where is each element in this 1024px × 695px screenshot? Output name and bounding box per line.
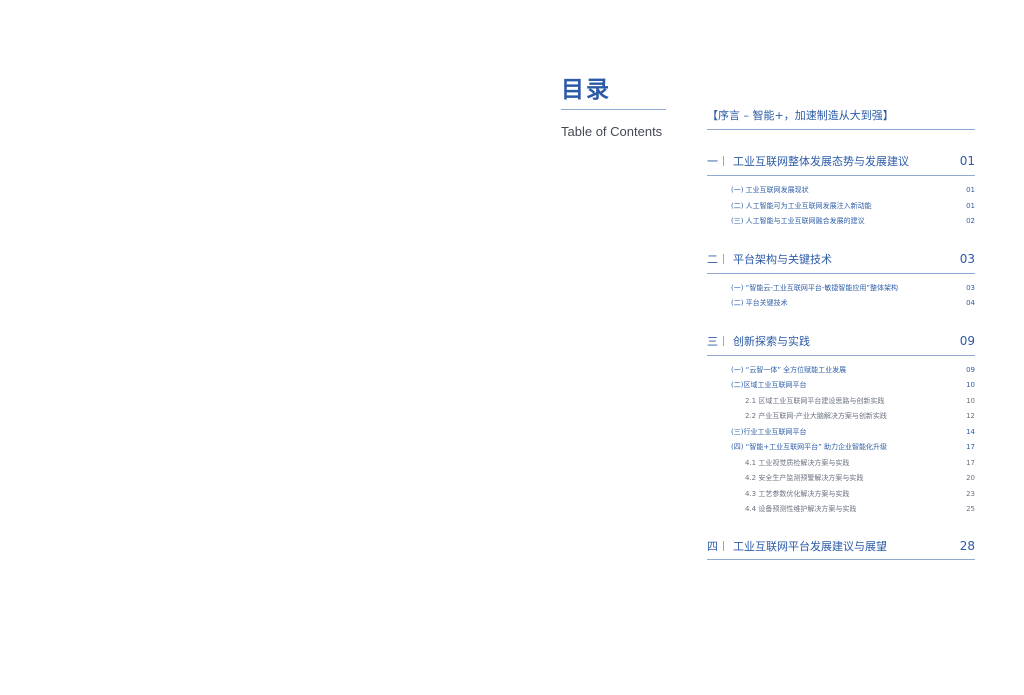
- entry-page: 14: [966, 428, 975, 436]
- entry-title: 4.1 工业视觉质检解决方案与实践: [745, 459, 850, 467]
- entry-page: 02: [966, 217, 975, 225]
- title-divider: [561, 109, 666, 110]
- entry-title: (一) “云智一体” 全方位赋能工业发展: [731, 366, 847, 374]
- entry-page: 20: [966, 474, 975, 482]
- toc-subentry[interactable]: 4.4 设备预测性维护解决方案与实践 25: [745, 503, 975, 515]
- section-title: 创新探索与实践: [733, 335, 810, 348]
- entry-title: (四) “智能+工业互联网平台” 助力企业智能化升级: [731, 443, 888, 451]
- section-title: 平台架构与关键技术: [733, 253, 832, 266]
- entry-page: 10: [966, 397, 975, 405]
- section-number: 一: [707, 155, 718, 168]
- section-separator: [723, 541, 724, 551]
- section-page: 01: [959, 154, 975, 168]
- entry-page: 01: [966, 202, 975, 210]
- entry-page: 17: [966, 443, 975, 451]
- entry-page: 04: [966, 299, 975, 307]
- toc-section-1[interactable]: 一 工业互联网整体发展态势与发展建议 01: [707, 153, 975, 169]
- section-separator: [723, 336, 724, 346]
- entry-page: 09: [966, 366, 975, 374]
- toc-section-4[interactable]: 四 工业互联网平台发展建议与展望 28: [707, 538, 975, 554]
- entry-title: (一) “智能云-工业互联网平台-敏捷智能应用”整体架构: [731, 284, 898, 292]
- entry-title: (一) 工业互联网发展现状: [731, 186, 809, 194]
- toc-entry[interactable]: (一) “云智一体” 全方位赋能工业发展 09: [731, 364, 975, 376]
- section-divider: [707, 273, 975, 274]
- entry-title: (二)区域工业互联网平台: [731, 381, 807, 389]
- entry-title: (三) 人工智能与工业互联网融合发展的建议: [731, 217, 865, 225]
- section-page: 09: [959, 334, 975, 348]
- toc-entry[interactable]: (四) “智能+工业互联网平台” 助力企业智能化升级 17: [731, 441, 975, 453]
- entry-title: 4.2 安全生产监测预警解决方案与实践: [745, 474, 864, 482]
- toc-entry[interactable]: (二) 人工智能可为工业互联网发展注入新动能 01: [731, 200, 975, 212]
- section-separator: [723, 156, 724, 166]
- section-number: 二: [707, 253, 718, 266]
- toc-entry[interactable]: (二) 平台关键技术 04: [731, 297, 975, 309]
- section-title: 工业互联网整体发展态势与发展建议: [733, 155, 909, 168]
- toc-section-3[interactable]: 三 创新探索与实践 09: [707, 333, 975, 349]
- section-number: 三: [707, 335, 718, 348]
- toc-entry[interactable]: (三)行业工业互联网平台 14: [731, 426, 975, 438]
- page-subtitle: Table of Contents: [561, 124, 663, 139]
- entry-title: 4.4 设备预测性维护解决方案与实践: [745, 505, 857, 513]
- entry-page: 25: [966, 505, 975, 513]
- toc-subentry[interactable]: 4.3 工艺参数优化解决方案与实践 23: [745, 488, 975, 500]
- toc-subentry[interactable]: 2.2 产业互联网-产业大脑解决方案与创新实践 12: [745, 410, 975, 422]
- toc-subentry[interactable]: 4.1 工业视觉质检解决方案与实践 17: [745, 457, 975, 469]
- toc-section-2[interactable]: 二 平台架构与关键技术 03: [707, 251, 975, 267]
- section-title: 工业互联网平台发展建议与展望: [733, 540, 887, 553]
- toc-entry[interactable]: (三) 人工智能与工业互联网融合发展的建议 02: [731, 215, 975, 227]
- entry-title: 2.1 区域工业互联网平台建设思路与创新实践: [745, 397, 885, 405]
- preface-divider: [707, 129, 975, 130]
- toc-entry[interactable]: (一) “智能云-工业互联网平台-敏捷智能应用”整体架构 03: [731, 282, 975, 294]
- toc-subentry[interactable]: 2.1 区域工业互联网平台建设思路与创新实践 10: [745, 395, 975, 407]
- section-divider: [707, 175, 975, 176]
- toc-subentry[interactable]: 4.2 安全生产监测预警解决方案与实践 20: [745, 472, 975, 484]
- entry-page: 12: [966, 412, 975, 420]
- entry-title: 2.2 产业互联网-产业大脑解决方案与创新实践: [745, 412, 887, 420]
- entry-page: 17: [966, 459, 975, 467]
- entry-page: 01: [966, 186, 975, 194]
- toc-entry[interactable]: (一) 工业互联网发展现状 01: [731, 184, 975, 196]
- section-page: 03: [959, 252, 975, 266]
- entry-title: (二) 人工智能可为工业互联网发展注入新动能: [731, 202, 872, 210]
- entry-title: 4.3 工艺参数优化解决方案与实践: [745, 490, 850, 498]
- section-page: 28: [959, 539, 975, 553]
- entry-title: (二) 平台关键技术: [731, 299, 788, 307]
- section-divider: [707, 559, 975, 560]
- entry-page: 23: [966, 490, 975, 498]
- toc-entry[interactable]: (二)区域工业互联网平台 10: [731, 379, 975, 391]
- section-separator: [723, 254, 724, 264]
- page-title: 目录: [561, 77, 611, 103]
- section-divider: [707, 355, 975, 356]
- entry-page: 10: [966, 381, 975, 389]
- toc-preface[interactable]: 【序言 – 智能+，加速制造从大到强】: [707, 107, 894, 123]
- entry-page: 03: [966, 284, 975, 292]
- entry-title: (三)行业工业互联网平台: [731, 428, 807, 436]
- section-number: 四: [707, 540, 718, 553]
